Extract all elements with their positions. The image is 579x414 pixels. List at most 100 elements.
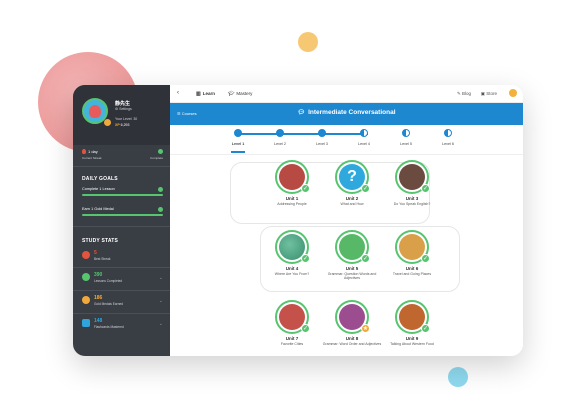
- divider: [73, 166, 170, 167]
- level-dot[interactable]: [360, 129, 368, 137]
- unit-card[interactable]: ✓ Unit 1 Addressing People: [262, 160, 322, 206]
- unit-bubble[interactable]: ✓: [275, 300, 310, 334]
- level-label[interactable]: Level 4: [352, 142, 376, 146]
- unit-title: Unit 2: [345, 196, 359, 201]
- decorative-circle-yellow: [298, 32, 318, 52]
- chevron-down-icon[interactable]: ⌄: [159, 298, 163, 304]
- stat-lessons[interactable]: 390 Lessons Completed ⌄: [82, 271, 163, 287]
- unit-bubble[interactable]: ✓: [335, 230, 370, 264]
- blog-link[interactable]: ✎ Blog: [457, 91, 471, 97]
- stat-value: 186: [94, 295, 103, 301]
- unit-card[interactable]: ? ✓ Unit 2 What and How: [322, 160, 382, 206]
- unit-subtitle: Talking About Western Food: [390, 342, 434, 346]
- unit-card[interactable]: ✓ Unit 4 Where Are You From?: [262, 230, 322, 276]
- level-badge-icon: [104, 119, 111, 126]
- unit-bubble[interactable]: ✓: [395, 230, 430, 264]
- level-selector: Level 1 Level 2 Level 3 Level 4 Level 5 …: [170, 125, 523, 155]
- level-dot[interactable]: [444, 129, 452, 137]
- level-dot[interactable]: [234, 129, 242, 137]
- unit-title: Unit 3: [405, 196, 419, 201]
- stat-label: Lessons Completed: [94, 279, 123, 283]
- goal-item: Complete 1 Lesson: [82, 186, 163, 197]
- unit-subtitle: Grammar: Word Order and Adjectives: [322, 342, 382, 346]
- level-label[interactable]: Level 6: [436, 142, 460, 146]
- unit-card[interactable]: ★ Unit 8 Grammar: Word Order and Adjecti…: [322, 300, 382, 346]
- unit-subtitle: What and How: [340, 202, 364, 206]
- profile-card[interactable]: 静先生 ⚙ Settings Your Level: 30 XP 6,293: [73, 85, 170, 145]
- divider: [73, 313, 170, 314]
- streak-row: 1 day Current Streak Complete: [82, 148, 163, 162]
- profile-xp: XP 6,293: [115, 123, 129, 127]
- unit-title: Unit 7: [285, 336, 299, 341]
- profile-level: Your Level: 30: [115, 117, 138, 121]
- study-stats-title: STUDY STATS: [82, 238, 119, 244]
- unit-card[interactable]: ✓ Unit 3 Do You Speak English?: [382, 160, 442, 206]
- level-dot[interactable]: [318, 129, 326, 137]
- avatar-face-icon: [89, 104, 101, 118]
- unit-bubble[interactable]: ✓: [275, 160, 310, 194]
- unit-card[interactable]: ✓ Unit 9 Talking About Western Food: [382, 300, 442, 346]
- level-label[interactable]: Level 2: [268, 142, 292, 146]
- settings-link[interactable]: ⚙ Settings: [115, 107, 132, 111]
- level-label[interactable]: Level 3: [310, 142, 334, 146]
- stat-label: Flashcards Mastered: [94, 325, 124, 329]
- goal-label: Complete 1 Lesson: [82, 187, 115, 191]
- stat-value: 5: [94, 250, 97, 256]
- unit-card[interactable]: ✓ Unit 5 Grammar: Question Words and Adj…: [322, 230, 382, 280]
- unit-title: Unit 6: [405, 266, 419, 271]
- chevron-down-icon[interactable]: ⌄: [159, 275, 163, 281]
- unit-subtitle: Travel and Going Places: [392, 272, 432, 276]
- xp-value: 6,293: [120, 123, 130, 127]
- tab-mastery[interactable]: 🎓︎ Mastery: [228, 91, 252, 97]
- level-label[interactable]: Level 5: [394, 142, 418, 146]
- check-icon: ✓: [361, 254, 370, 263]
- check-circle-icon: [82, 273, 90, 281]
- level-dot[interactable]: [276, 129, 284, 137]
- unit-bubble[interactable]: ✓: [395, 160, 430, 194]
- unit-title: Unit 8: [345, 336, 359, 341]
- unit-bubble[interactable]: ✓: [395, 300, 430, 334]
- check-icon: ✓: [361, 184, 370, 193]
- unit-subtitle: Favorite Cities: [280, 342, 304, 346]
- unit-subtitle: Addressing People: [277, 202, 307, 206]
- tab-learn[interactable]: ▥ Learn: [196, 91, 215, 97]
- unit-bubble[interactable]: ? ✓: [335, 160, 370, 194]
- goal-label: Earn 1 Gold Medal: [82, 207, 114, 211]
- medal-icon: [82, 296, 90, 304]
- check-icon: ✓: [301, 184, 310, 193]
- chevron-down-icon[interactable]: ⌄: [159, 321, 163, 327]
- unit-subtitle: Grammar: Question Words and Adjectives: [327, 272, 377, 281]
- xp-label: XP: [115, 123, 120, 127]
- check-icon: ✓: [421, 254, 430, 263]
- check-icon: [158, 149, 163, 154]
- unit-bubble[interactable]: ★: [335, 300, 370, 334]
- back-button[interactable]: ‹: [177, 90, 179, 96]
- course-title: 💬︎ Intermediate Conversational: [297, 109, 396, 116]
- store-link[interactable]: ▣ Store: [481, 91, 497, 97]
- divider: [73, 267, 170, 268]
- stat-gold-medals[interactable]: 186 Gold Medals Earned ⌄: [82, 294, 163, 310]
- daily-goals-title: DAILY GOALS: [82, 176, 118, 182]
- mortarboard-icon: 🎓︎: [228, 91, 235, 97]
- stat-value: 390: [94, 272, 103, 278]
- divider: [73, 290, 170, 291]
- stage: 静先生 ⚙ Settings Your Level: 30 XP 6,293 1…: [0, 0, 579, 414]
- stat-label: Gold Medals Earned: [94, 302, 124, 306]
- stat-flashcards[interactable]: 148 Flashcards Mastered ⌄: [82, 317, 163, 333]
- check-icon: [158, 186, 163, 192]
- profile-name: 静先生: [115, 101, 131, 107]
- unit-title: Unit 9: [405, 336, 419, 341]
- app-window: 静先生 ⚙ Settings Your Level: 30 XP 6,293 1…: [73, 85, 523, 356]
- unit-map: ✓ Unit 1 Addressing People ? ✓ Unit 2 Wha…: [170, 156, 523, 356]
- pencil-icon: ✎: [456, 91, 461, 96]
- sun-icon[interactable]: [509, 89, 517, 97]
- streak-complete: Complete: [150, 156, 163, 160]
- stat-label: Best Streak: [94, 257, 111, 261]
- medal-icon: ★: [361, 324, 370, 333]
- goal-progress-bar: [82, 214, 163, 216]
- level-dot[interactable]: [402, 129, 410, 137]
- unit-card[interactable]: ✓ Unit 7 Favorite Cities: [262, 300, 322, 346]
- level-label[interactable]: Level 1: [226, 142, 250, 146]
- unit-bubble[interactable]: ✓: [275, 230, 310, 264]
- unit-card[interactable]: ✓ Unit 6 Travel and Going Places: [382, 230, 442, 276]
